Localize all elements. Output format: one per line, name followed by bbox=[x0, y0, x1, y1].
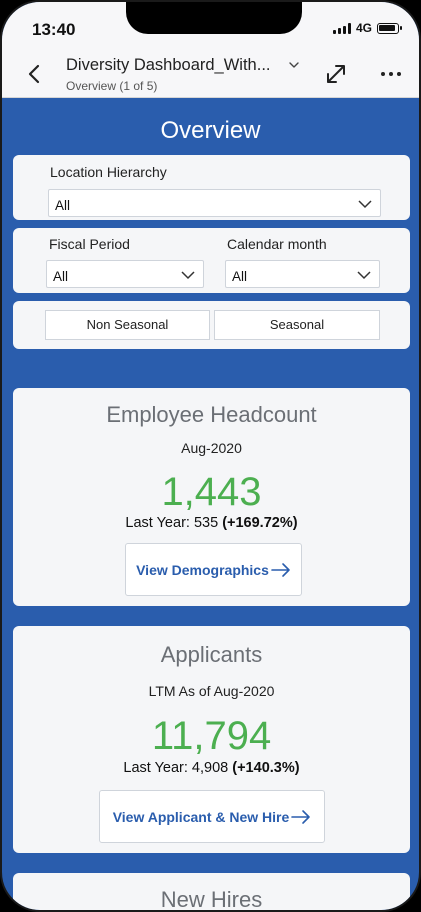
status-icons: 4G bbox=[332, 21, 402, 35]
arrow-right-icon bbox=[271, 562, 290, 577]
arrow-right-icon bbox=[291, 809, 311, 824]
applicants-card: Applicants LTM As of Aug-2020 11,794 Las… bbox=[13, 626, 410, 853]
card-title: New Hires bbox=[160, 887, 263, 912]
headcount-value: 1,443 bbox=[161, 470, 262, 514]
last-year-comparison: Last Year: 535 (+169.72%) bbox=[13, 515, 410, 531]
page-title: Overview bbox=[160, 117, 261, 144]
button-label: View Demographics bbox=[136, 561, 269, 578]
button-label: View Applicant & New Hire bbox=[112, 808, 290, 825]
fiscal-period-value: All bbox=[53, 269, 69, 284]
last-year-text: Last Year: 535 bbox=[125, 515, 219, 531]
non-seasonal-button[interactable]: Non Seasonal bbox=[45, 310, 210, 340]
last-year-text: Last Year: 4,908 bbox=[123, 760, 229, 776]
location-value: All bbox=[55, 198, 71, 213]
chevron-down-icon bbox=[181, 271, 195, 280]
location-select[interactable]: All bbox=[48, 189, 381, 217]
location-filter-panel: Location Hierarchy All bbox=[13, 155, 410, 220]
calendar-month-select[interactable]: All bbox=[225, 260, 380, 288]
more-icon[interactable] bbox=[380, 70, 402, 78]
card-period: LTM As of Aug-2020 bbox=[148, 683, 275, 699]
headcount-card: Employee Headcount Aug-2020 1,443 Last Y… bbox=[13, 388, 410, 606]
fiscal-period-label: Fiscal Period bbox=[49, 236, 130, 252]
fiscal-period-select[interactable]: All bbox=[46, 260, 204, 288]
network-label: 4G bbox=[355, 21, 372, 35]
calendar-month-value: All bbox=[232, 269, 248, 284]
change-percent: (+169.72%) bbox=[222, 515, 298, 531]
last-year-comparison: Last Year: 4,908 (+140.3%) bbox=[13, 760, 410, 776]
period-filter-panel: Fiscal Period All Calendar month All bbox=[13, 228, 410, 293]
change-percent: (+140.3%) bbox=[232, 760, 300, 776]
applicants-value: 11,794 bbox=[151, 714, 272, 758]
report-title[interactable]: Diversity Dashboard_With... bbox=[66, 56, 271, 75]
phone-frame: 13:40 4G Diversity Dashboard_With... Ove… bbox=[0, 0, 421, 912]
app-header: 13:40 4G Diversity Dashboard_With... Ove… bbox=[2, 2, 419, 98]
card-title: Applicants bbox=[160, 642, 263, 667]
chevron-down-icon[interactable] bbox=[287, 58, 301, 72]
new-hires-card: New Hires bbox=[13, 873, 410, 912]
card-period: Aug-2020 bbox=[181, 440, 242, 456]
signal-icon bbox=[332, 22, 351, 34]
battery-icon bbox=[377, 22, 402, 34]
back-arrow-icon[interactable] bbox=[24, 60, 46, 88]
chevron-down-icon bbox=[358, 200, 372, 209]
calendar-month-label: Calendar month bbox=[227, 236, 327, 252]
location-label: Location Hierarchy bbox=[50, 164, 167, 180]
device-notch bbox=[126, 2, 302, 34]
card-title: Employee Headcount bbox=[106, 402, 317, 427]
view-demographics-button[interactable]: View Demographics bbox=[125, 543, 302, 596]
page-indicator: Overview (1 of 5) bbox=[66, 79, 158, 93]
status-time: 13:40 bbox=[32, 20, 76, 39]
chevron-down-icon bbox=[357, 271, 371, 280]
seasonal-button[interactable]: Seasonal bbox=[214, 310, 380, 340]
view-applicant-new-hire-button[interactable]: View Applicant & New Hire bbox=[99, 790, 325, 843]
expand-icon[interactable] bbox=[324, 62, 348, 86]
